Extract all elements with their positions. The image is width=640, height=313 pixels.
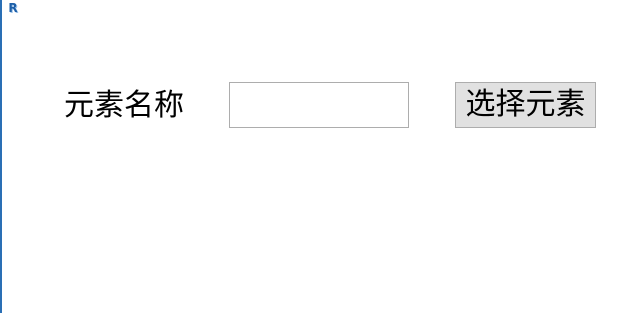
- select-element-button[interactable]: 选择元素: [455, 82, 596, 128]
- element-name-input[interactable]: [229, 82, 409, 128]
- revit-r-icon: R: [8, 1, 18, 15]
- dialog-window: R 元素名称 选择元素: [0, 0, 640, 313]
- element-name-label: 元素名称: [64, 88, 184, 123]
- window-left-border: [0, 0, 2, 313]
